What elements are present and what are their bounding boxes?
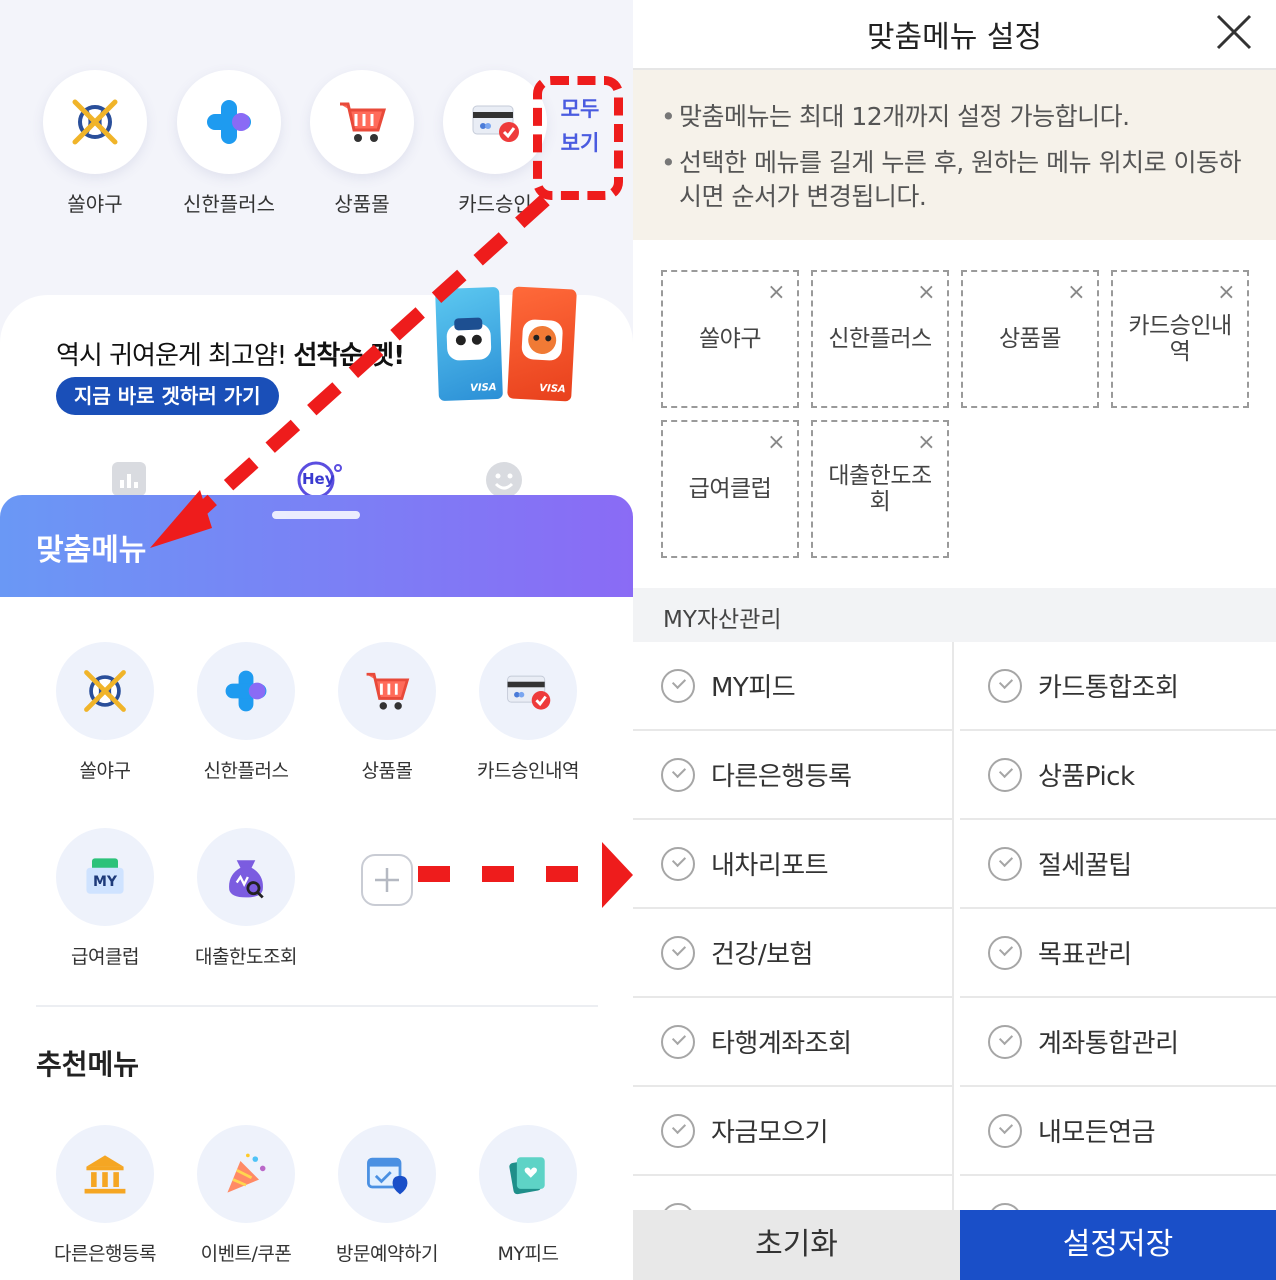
menu-option-label: 자금모으기 (711, 1118, 829, 1148)
menu-option-label: 상품Pick (1038, 762, 1135, 792)
menu-option[interactable]: 계좌통합관리 (960, 998, 1276, 1087)
selected-slot[interactable]: × 급여클럽 (661, 420, 799, 558)
menu-option-label: 절세꿀팁 (1038, 851, 1132, 881)
check-circle-icon[interactable] (988, 1113, 1022, 1148)
selected-slot[interactable]: × 대출한도조회 (811, 420, 949, 558)
check-circle-icon[interactable] (661, 1113, 695, 1148)
remove-icon[interactable]: × (1217, 280, 1235, 306)
remove-icon[interactable]: × (917, 430, 935, 456)
notice-box: 맞춤메뉴는 최대 12개까지 설정 가능합니다. 선택한 메뉴를 길게 누른 후… (633, 70, 1276, 240)
menu-option[interactable]: MY피드 (633, 642, 954, 731)
remove-icon[interactable]: × (767, 430, 785, 456)
slot-label: 대출한도조회 (828, 463, 932, 515)
app-home-panel: 쏠야구 신한플러스 상품몰 카드승인 모두 보기 역시 귀여운게 최고얌! 선착… (0, 0, 633, 1280)
check-circle-icon[interactable] (988, 1024, 1022, 1059)
check-circle-icon[interactable] (988, 846, 1022, 881)
menu-option[interactable]: 목표관리 (960, 909, 1276, 998)
menu-option[interactable]: 상품Pick (960, 731, 1276, 820)
notice-line: 맞춤메뉴는 최대 12개까지 설정 가능합니다. (661, 100, 1252, 134)
notice-line: 선택한 메뉴를 길게 누른 후, 원하는 메뉴 위치로 이동하시면 순서가 변경… (661, 146, 1252, 214)
annotation-arrowhead (602, 842, 633, 908)
annotation-arrow-diagonal (150, 194, 550, 548)
check-circle-icon[interactable] (988, 668, 1022, 703)
check-circle-icon[interactable] (661, 935, 695, 970)
annotation-arrow-dash (546, 866, 578, 882)
check-circle-icon[interactable] (988, 935, 1022, 970)
menu-option-label: 계좌통합관리 (1038, 1029, 1179, 1059)
menu-option-label: 내차리포트 (711, 851, 829, 881)
close-icon[interactable] (1214, 12, 1254, 52)
save-settings-button[interactable]: 설정저장 (960, 1210, 1276, 1280)
menu-option-label: 목표관리 (1038, 940, 1132, 970)
screen: 쏠야구 신한플러스 상품몰 카드승인 모두 보기 역시 귀여운게 최고얌! 선착… (0, 0, 1276, 1280)
section-title: MY자산관리 (663, 607, 782, 633)
check-circle-icon[interactable] (661, 1024, 695, 1059)
menu-option-label: 타행계좌조회 (711, 1029, 852, 1059)
selected-slot[interactable]: × 쏠야구 (661, 270, 799, 408)
menu-option-label: MY피드 (711, 673, 796, 703)
annotation-arrow-dash (482, 866, 514, 882)
menu-option[interactable]: 내모든연금 (960, 1087, 1276, 1176)
check-circle-icon[interactable] (661, 668, 695, 703)
menu-option[interactable]: 다른은행등록 (633, 731, 954, 820)
slot-label: 급여클럽 (688, 476, 772, 502)
menu-option[interactable]: 건강/보험 (633, 909, 954, 998)
menu-option-label: 내모든연금 (1038, 1118, 1156, 1148)
custom-menu-settings-panel: 맞춤메뉴 설정 맞춤메뉴는 최대 12개까지 설정 가능합니다. 선택한 메뉴를… (633, 0, 1276, 1280)
menu-option[interactable]: 카드통합조회 (960, 642, 1276, 731)
selected-slot[interactable]: × 신한플러스 (811, 270, 949, 408)
settings-title: 맞춤메뉴 설정 (866, 20, 1043, 55)
menu-option[interactable]: 내차리포트 (633, 820, 954, 909)
selected-slot[interactable]: × 카드승인내역 (1111, 270, 1249, 408)
slot-label: 신한플러스 (828, 326, 932, 352)
check-circle-icon[interactable] (661, 757, 695, 792)
reset-button[interactable]: 초기화 (633, 1210, 960, 1280)
slot-label: 쏠야구 (699, 326, 761, 352)
remove-icon[interactable]: × (767, 280, 785, 306)
menu-option-label: 건강/보험 (711, 940, 813, 970)
slot-label: 상품몰 (999, 326, 1061, 352)
remove-icon[interactable]: × (917, 280, 935, 306)
check-circle-icon[interactable] (661, 846, 695, 881)
section-header: MY자산관리 (633, 588, 1276, 642)
annotation-arrow-dash (418, 866, 450, 882)
menu-option[interactable]: 타행계좌조회 (633, 998, 954, 1087)
check-circle-icon[interactable] (988, 757, 1022, 792)
settings-header: 맞춤메뉴 설정 (633, 0, 1276, 70)
menu-option[interactable]: 절세꿀팁 (960, 820, 1276, 909)
remove-icon[interactable]: × (1067, 280, 1085, 306)
menu-option[interactable]: 자금모으기 (633, 1087, 954, 1176)
selected-slot[interactable]: × 상품몰 (961, 270, 1099, 408)
menu-option-label: 카드통합조회 (1038, 673, 1179, 703)
menu-option-label: 다른은행등록 (711, 762, 852, 792)
slot-label: 카드승인내역 (1128, 313, 1232, 365)
